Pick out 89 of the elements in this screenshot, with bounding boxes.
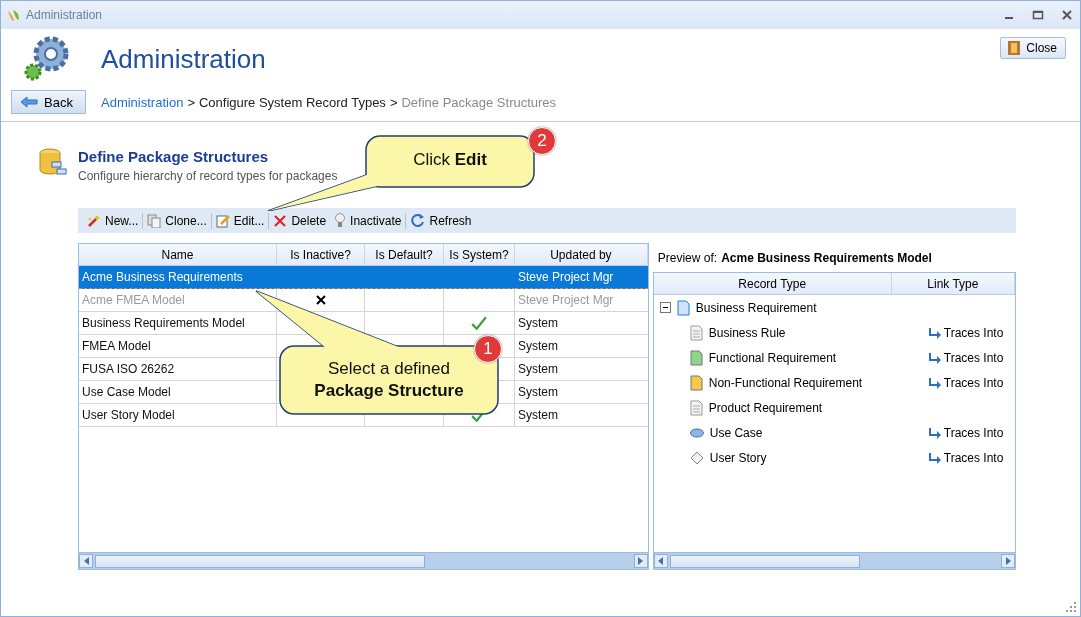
column-header[interactable]: Link Type <box>891 273 1015 294</box>
arrow-left-icon <box>20 96 38 108</box>
link-arrow-icon <box>927 451 941 464</box>
table-cell[interactable]: User Story Model <box>79 404 277 427</box>
link-arrow-icon <box>927 376 941 389</box>
table-cell[interactable]: Business Requirements Model <box>79 312 277 335</box>
document-icon <box>689 399 703 416</box>
close-button[interactable]: Close <box>1000 37 1066 59</box>
toolbar-button[interactable]: New... <box>83 213 143 228</box>
section-subtitle: Configure hierarchy of record types for packages <box>78 169 338 183</box>
column-header[interactable]: Updated by <box>515 244 648 265</box>
breadcrumb-separator: > <box>187 94 195 110</box>
step-number: 2 <box>528 127 556 155</box>
tree-item[interactable]: Use Case <box>709 425 763 440</box>
step-number: 1 <box>474 335 502 363</box>
document-icon <box>689 324 703 341</box>
cross-icon <box>315 295 326 305</box>
table-cell[interactable]: FMEA Model <box>79 335 277 358</box>
document-icon <box>689 374 703 391</box>
diamond-icon <box>689 450 704 465</box>
door-icon <box>1007 40 1022 56</box>
column-header[interactable]: Record Type <box>653 273 892 294</box>
table-cell: Steve Project Mgr <box>515 266 648 289</box>
table-cell-text: System <box>517 315 559 332</box>
scroll-right-icon[interactable] <box>1001 554 1015 568</box>
wand-icon <box>87 213 101 228</box>
toolbar-button[interactable]: Clone... <box>143 213 211 228</box>
link-type: Traces Into <box>943 375 1004 390</box>
breadcrumb-link[interactable]: Administration <box>101 94 184 110</box>
tree-item[interactable]: Business Requirement <box>695 300 817 315</box>
breadcrumb-item: Define Package Structures <box>401 94 557 110</box>
callout-text: Click Edit <box>412 149 488 171</box>
link-type: Traces Into <box>943 425 1004 440</box>
toolbar-button[interactable]: Edit... <box>211 213 269 228</box>
tree-item[interactable]: Non-Functional Requirement <box>708 375 863 390</box>
checkmark-icon <box>471 316 487 330</box>
preview-label: Preview of: <box>657 250 718 265</box>
table-cell-text: System <box>517 384 559 401</box>
lightbulb-icon <box>334 213 347 228</box>
column-header[interactable]: Name <box>79 244 277 265</box>
tree-item[interactable]: User Story <box>709 450 767 465</box>
copy-icon <box>147 213 162 228</box>
window-title: Administration <box>26 8 104 22</box>
tree-item[interactable]: Business Rule <box>708 325 786 340</box>
scroll-left-icon[interactable] <box>79 554 93 568</box>
resize-grip-icon[interactable] <box>1066 602 1076 612</box>
link-type: Traces Into <box>943 450 1004 465</box>
breadcrumb-item: Configure System Record Types <box>198 94 386 110</box>
link-arrow-icon <box>927 351 941 364</box>
toolbar-button[interactable]: Delete <box>269 213 331 228</box>
column-header[interactable]: Is System? <box>444 244 515 265</box>
table-cell-text: System <box>517 361 559 378</box>
toolbar-button[interactable]: Inactivate <box>330 213 406 228</box>
page-title: Administration <box>101 43 267 75</box>
table-cell[interactable]: Acme Business Requirements <box>79 266 277 289</box>
table-cell[interactable]: FUSA ISO 26262 <box>79 358 277 381</box>
database-icon <box>38 148 68 178</box>
link-arrow-icon <box>927 326 941 339</box>
table-cell-text: Steve Project Mgr <box>517 292 615 309</box>
collapse-toggle-icon[interactable] <box>659 302 671 313</box>
delete-icon <box>273 213 288 228</box>
maximize-icon[interactable] <box>1031 8 1045 22</box>
table-cell-text: System <box>517 407 559 424</box>
app-logo-icon <box>7 8 21 22</box>
table-cell-text: System <box>517 338 559 355</box>
breadcrumb-separator: > <box>389 94 398 110</box>
column-header[interactable]: Is Default? <box>365 244 444 265</box>
tree-item[interactable]: Product Requirement <box>708 400 823 415</box>
tree-item[interactable]: Functional Requirement <box>708 350 837 365</box>
document-icon <box>676 299 690 316</box>
edit-icon <box>215 213 230 228</box>
toolbar-button[interactable]: Refresh <box>406 213 476 228</box>
preview-name: Acme Business Requirements Model <box>721 250 932 265</box>
callout-text: Select a defined Package Structure <box>313 358 465 402</box>
scroll-right-icon[interactable] <box>633 554 648 568</box>
scrollbar-thumb[interactable] <box>95 554 425 568</box>
document-icon <box>689 349 703 366</box>
scrollbar-thumb[interactable] <box>669 554 860 568</box>
ellipse-icon <box>689 427 704 438</box>
scroll-left-icon[interactable] <box>653 554 668 568</box>
close-icon[interactable] <box>1060 8 1074 22</box>
table-cell[interactable]: Use Case Model <box>79 381 277 404</box>
back-button[interactable]: Back <box>11 90 86 114</box>
section-title: Define Package Structures <box>78 148 270 165</box>
link-arrow-icon <box>927 426 941 439</box>
link-type: Traces Into <box>943 325 1004 340</box>
link-type: Traces Into <box>943 350 1004 365</box>
refresh-icon <box>410 213 426 228</box>
column-header[interactable]: Is Inactive? <box>277 244 365 265</box>
